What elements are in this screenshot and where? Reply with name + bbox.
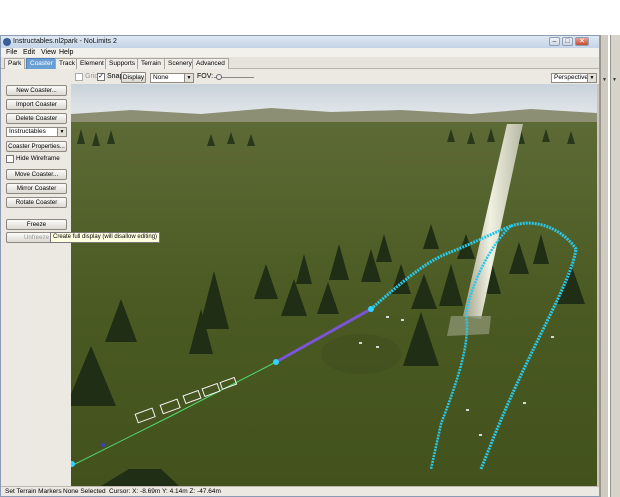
snap-checkbox[interactable]: ✓ bbox=[97, 73, 105, 81]
chevron-down-icon: ▼ bbox=[184, 74, 193, 82]
tab-terrain[interactable]: Terrain bbox=[137, 58, 165, 69]
menu-bar: File Edit View Help bbox=[1, 48, 599, 57]
rotate-coaster-button[interactable]: Rotate Coaster bbox=[6, 197, 67, 208]
status-bar: Set Terrain Markers None Selected Cursor… bbox=[1, 486, 599, 496]
menu-file[interactable]: File bbox=[6, 49, 17, 56]
secondary-window-edge: ▼ bbox=[600, 35, 608, 497]
tab-advanced[interactable]: Advanced bbox=[192, 58, 229, 69]
new-coaster-button[interactable]: New Coaster... bbox=[6, 85, 67, 96]
close-button[interactable]: ✕ bbox=[575, 37, 589, 46]
view-select-value: Perspective bbox=[554, 74, 588, 81]
freeze-button[interactable]: Freeze bbox=[6, 219, 67, 230]
fov-slider-thumb[interactable] bbox=[216, 74, 222, 80]
app-window: Instructables.nl2park - NoLimits 2 – □ ✕… bbox=[0, 35, 600, 497]
status-mode: Set Terrain Markers bbox=[5, 488, 62, 495]
hide-wireframe-checkbox[interactable] bbox=[6, 155, 14, 163]
tab-supports[interactable]: Supports bbox=[105, 58, 140, 69]
status-selection: None Selected bbox=[63, 488, 106, 495]
tab-element[interactable]: Element bbox=[76, 58, 108, 69]
tower-base bbox=[447, 316, 491, 336]
window-title: Instructables.nl2park - NoLimits 2 bbox=[13, 38, 117, 45]
grid-checkbox[interactable] bbox=[75, 73, 83, 81]
delete-coaster-button[interactable]: Delete Coaster bbox=[6, 113, 67, 124]
coaster-properties-button[interactable]: Coaster Properties... bbox=[6, 141, 67, 152]
coaster-select[interactable]: Instructables ▼ bbox=[6, 127, 67, 137]
ground-shadow bbox=[321, 334, 401, 374]
tertiary-window-edge: ▼ bbox=[610, 35, 620, 497]
menu-view[interactable]: View bbox=[41, 49, 56, 56]
chevron-down-icon[interactable]: ▼ bbox=[601, 75, 608, 85]
tab-park[interactable]: Park bbox=[4, 58, 26, 69]
tab-bar: Park Coaster Track Element Supports Terr… bbox=[1, 57, 599, 69]
tab-coaster[interactable]: Coaster bbox=[26, 58, 57, 69]
app-icon bbox=[3, 38, 11, 46]
display-button[interactable]: Display bbox=[121, 72, 146, 83]
display-select-value: None bbox=[153, 74, 169, 81]
menu-edit[interactable]: Edit bbox=[23, 49, 35, 56]
viewport-toolbar: Grid ✓ Snap Display None ▼ FOV: Perspect… bbox=[71, 70, 599, 84]
menu-help[interactable]: Help bbox=[59, 49, 73, 56]
mirror-coaster-button[interactable]: Mirror Coaster bbox=[6, 183, 67, 194]
status-cursor: Cursor: X: -8.69m Y: 4.14m Z: -47.64m bbox=[109, 488, 221, 495]
3d-viewport[interactable] bbox=[71, 84, 597, 486]
fov-label: FOV: bbox=[197, 73, 214, 80]
coaster-select-value: Instructables bbox=[9, 128, 46, 135]
display-tooltip: Create full display (will disallow editi… bbox=[50, 232, 161, 243]
chevron-down-icon: ▼ bbox=[587, 74, 596, 82]
scene-render bbox=[71, 84, 597, 486]
minimize-button[interactable]: – bbox=[549, 37, 560, 46]
coaster-side-panel: New Coaster... Import Coaster Delete Coa… bbox=[1, 84, 71, 486]
check-icon: ✓ bbox=[98, 73, 104, 80]
view-select[interactable]: Perspective ▼ bbox=[551, 73, 597, 83]
maximize-button[interactable]: □ bbox=[562, 37, 573, 46]
chevron-down-icon: ▼ bbox=[57, 128, 66, 136]
title-bar: Instructables.nl2park - NoLimits 2 – □ ✕ bbox=[1, 36, 599, 48]
import-coaster-button[interactable]: Import Coaster bbox=[6, 99, 67, 110]
chevron-down-icon[interactable]: ▼ bbox=[611, 75, 618, 85]
hide-wireframe-label: Hide Wireframe bbox=[16, 155, 60, 162]
move-coaster-button[interactable]: Move Coaster... bbox=[6, 169, 67, 180]
display-select[interactable]: None ▼ bbox=[150, 73, 194, 83]
